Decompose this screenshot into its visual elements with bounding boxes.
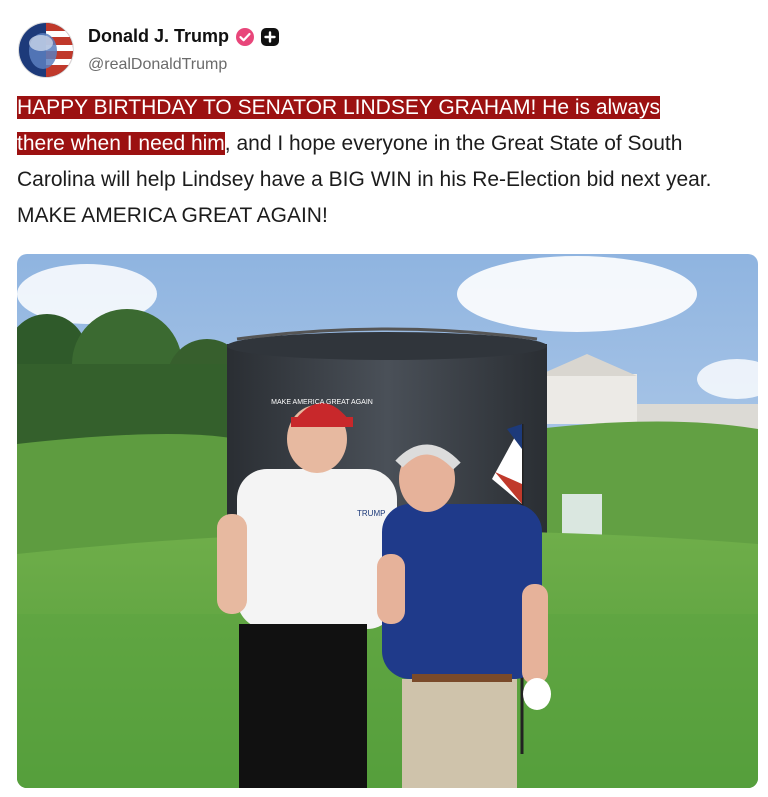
post-body: HAPPY BIRTHDAY TO SENATOR LINDSEY GRAHAM… xyxy=(17,90,747,234)
post-header: Donald J. Trump @realDonaldTrump xyxy=(18,18,758,78)
verified-badge-icon xyxy=(236,27,255,46)
highlighted-text: HAPPY BIRTHDAY TO SENATOR LINDSEY GRAHAM… xyxy=(17,96,661,119)
highlighted-text-2: there when I need him xyxy=(17,132,225,155)
avatar[interactable] xyxy=(18,22,74,78)
shirt-logo: TRUMP xyxy=(357,509,385,518)
author-name-row: Donald J. Trump xyxy=(88,26,280,47)
hat-text: MAKE AMERICA GREAT AGAIN xyxy=(271,399,373,406)
author-name[interactable]: Donald J. Trump xyxy=(88,26,229,47)
plus-badge-icon xyxy=(261,27,280,46)
author-handle[interactable]: @realDonaldTrump xyxy=(88,56,227,74)
post-photo[interactable]: MAKE AMERICA GREAT AGAIN TRUMP xyxy=(17,254,758,788)
